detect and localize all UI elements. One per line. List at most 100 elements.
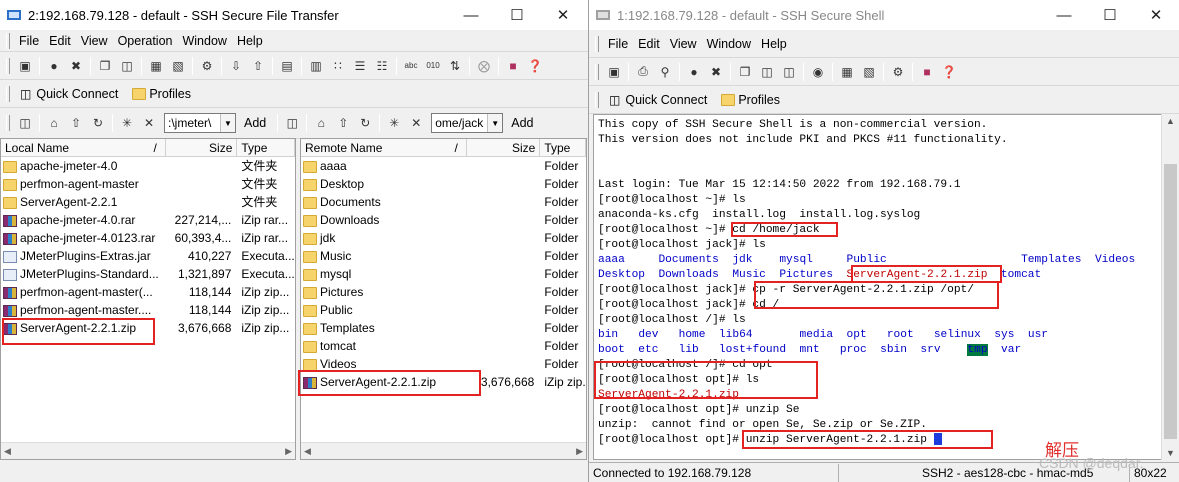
file-row[interactable]: Music Folder xyxy=(301,247,586,265)
col-type[interactable]: Type xyxy=(540,139,586,156)
sh-titlebar[interactable]: 1:192.168.79.128 - default - SSH Secure … xyxy=(589,0,1179,30)
menu-view[interactable]: View xyxy=(76,30,113,52)
remote-horizontal-scrollbar[interactable]: ◀ ▶ xyxy=(301,442,586,459)
local-file-pane[interactable]: Local Name / Size Type apache-jmeter-4.0 文… xyxy=(0,138,296,460)
file-row[interactable]: ServerAgent-2.2.1.zip 3,676,668 iZip zip..… xyxy=(1,319,295,337)
close-icon[interactable]: ✕ xyxy=(1133,0,1179,30)
disconnect-icon[interactable]: ✖ xyxy=(706,62,726,82)
list-view-icon[interactable]: ☰ xyxy=(350,56,370,76)
menu-window[interactable]: Window xyxy=(177,30,231,52)
remote-new-folder-icon[interactable]: ✳ xyxy=(384,113,404,133)
local-refresh-icon[interactable]: ↻ xyxy=(88,113,108,133)
remote-add-button[interactable]: Add xyxy=(503,112,541,134)
profiles-button[interactable]: Profiles xyxy=(713,89,786,111)
local-path-dropdown[interactable]: :\jmeter\ ▼ xyxy=(164,113,236,133)
settings-icon[interactable]: ⚙ xyxy=(888,62,908,82)
details-view-icon[interactable]: ☷ xyxy=(372,56,392,76)
menu-help[interactable]: Help xyxy=(232,30,268,52)
file-row[interactable]: Videos Folder xyxy=(301,355,586,373)
local-delete-icon[interactable]: ✕ xyxy=(139,113,159,133)
minimize-icon[interactable]: — xyxy=(448,0,494,30)
remote-parent-folder-icon[interactable]: ◫ xyxy=(282,113,302,133)
col-type[interactable]: Type xyxy=(237,139,295,156)
connect-icon[interactable]: ● xyxy=(684,62,704,82)
menu-operation[interactable]: Operation xyxy=(113,30,178,52)
close-icon[interactable]: ✕ xyxy=(540,0,586,30)
menu-view[interactable]: View xyxy=(665,33,702,55)
menu-file[interactable]: File xyxy=(603,33,633,55)
new-file-transfer-icon[interactable]: ▧ xyxy=(859,62,879,82)
minimize-icon[interactable]: — xyxy=(1041,0,1087,30)
quick-connect-button[interactable]: ◫ Quick Connect xyxy=(14,83,124,105)
file-row[interactable]: Public Folder xyxy=(301,301,586,319)
upload-icon[interactable]: ⇧ xyxy=(248,56,268,76)
scrollbar-thumb[interactable] xyxy=(1164,164,1177,439)
new-terminal-icon[interactable]: ▦ xyxy=(146,56,166,76)
connect-icon[interactable]: ● xyxy=(44,56,64,76)
remote-delete-icon[interactable]: ✕ xyxy=(406,113,426,133)
save-icon[interactable]: ▣ xyxy=(604,62,624,82)
remote-home-icon[interactable]: ⌂ xyxy=(311,113,331,133)
remote-file-pane[interactable]: Remote Name / Size Type aaaa Folder Desktop… xyxy=(300,138,587,460)
maximize-icon[interactable]: ☐ xyxy=(1087,0,1133,30)
menu-help[interactable]: Help xyxy=(756,33,792,55)
small-icons-icon[interactable]: ∷ xyxy=(328,56,348,76)
col-size[interactable]: Size xyxy=(166,139,238,156)
profiles-button[interactable]: Profiles xyxy=(124,83,197,105)
file-row[interactable]: perfmon-agent-master(... 118,144 iZip zip.… xyxy=(1,283,295,301)
local-add-button[interactable]: Add xyxy=(236,112,274,134)
local-new-folder-icon[interactable]: ✳ xyxy=(117,113,137,133)
scroll-down-icon[interactable]: ▼ xyxy=(1162,448,1179,458)
copy-icon[interactable]: ❐ xyxy=(95,56,115,76)
col-local-name[interactable]: Local Name / xyxy=(1,139,166,156)
menu-file[interactable]: File xyxy=(14,30,44,52)
auto-mode-icon[interactable]: ⇅ xyxy=(445,56,465,76)
file-row[interactable]: apache-jmeter-4.0.rar 227,214,... iZip rar… xyxy=(1,211,295,229)
remote-up-folder-icon[interactable]: ⇧ xyxy=(333,113,353,133)
file-row[interactable]: jdk Folder xyxy=(301,229,586,247)
menu-edit[interactable]: Edit xyxy=(633,33,665,55)
print-icon[interactable]: ⎙ xyxy=(633,62,653,82)
scroll-up-icon[interactable]: ▲ xyxy=(1162,116,1179,126)
whats-this-icon[interactable]: ❓ xyxy=(939,62,959,82)
file-row[interactable]: Desktop Folder xyxy=(301,175,586,193)
file-row[interactable]: apache-jmeter-4.0 文件夹 xyxy=(1,157,295,175)
ft-titlebar[interactable]: 2:192.168.79.128 - default - SSH Secure … xyxy=(0,0,588,30)
col-remote-name[interactable]: Remote Name / xyxy=(301,139,467,156)
copy-icon[interactable]: ❐ xyxy=(735,62,755,82)
disconnect-icon[interactable]: ✖ xyxy=(66,56,86,76)
stop-icon[interactable]: ⨂ xyxy=(474,56,494,76)
file-row[interactable]: ServerAgent-2.2.1 文件夹 xyxy=(1,193,295,211)
print-preview-icon[interactable]: ⚲ xyxy=(655,62,675,82)
file-row[interactable]: Downloads Folder xyxy=(301,211,586,229)
file-row[interactable]: mysql Folder xyxy=(301,265,586,283)
new-file-transfer-icon[interactable]: ▧ xyxy=(168,56,188,76)
file-row[interactable]: Documents Folder xyxy=(301,193,586,211)
file-row[interactable]: Templates Folder xyxy=(301,319,586,337)
paste-alt-icon[interactable]: ◫ xyxy=(779,62,799,82)
remote-refresh-icon[interactable]: ↻ xyxy=(355,113,375,133)
file-row[interactable]: aaaa Folder xyxy=(301,157,586,175)
file-row[interactable]: tomcat Folder xyxy=(301,337,586,355)
col-size[interactable]: Size xyxy=(467,139,541,156)
find-icon[interactable]: ◉ xyxy=(808,62,828,82)
maximize-icon[interactable]: ☐ xyxy=(494,0,540,30)
binary-mode-icon[interactable]: 010 xyxy=(423,56,443,76)
file-row[interactable]: Pictures Folder xyxy=(301,283,586,301)
remote-path-dropdown[interactable]: ome/jack ▼ xyxy=(431,113,504,133)
settings-icon[interactable]: ⚙ xyxy=(197,56,217,76)
file-row[interactable]: JMeterPlugins-Standard... 1,321,897 Execut… xyxy=(1,265,295,283)
file-row[interactable]: apache-jmeter-4.0123.rar 60,393,4... iZip … xyxy=(1,229,295,247)
file-row[interactable]: JMeterPlugins-Extras.jar 410,227 Executa..… xyxy=(1,247,295,265)
terminal-output[interactable]: This copy of SSH Secure Shell is a non-c… xyxy=(593,114,1163,460)
local-parent-folder-icon[interactable]: ◫ xyxy=(15,113,35,133)
new-terminal-icon[interactable]: ▦ xyxy=(837,62,857,82)
local-home-icon[interactable]: ⌂ xyxy=(44,113,64,133)
help-book-icon[interactable]: ■ xyxy=(917,62,937,82)
download-icon[interactable]: ⇩ xyxy=(226,56,246,76)
view-icon[interactable]: ▤ xyxy=(277,56,297,76)
whats-this-icon[interactable]: ❓ xyxy=(525,56,545,76)
file-row[interactable]: perfmon-agent-master.... 118,144 iZip zip.… xyxy=(1,301,295,319)
quick-connect-button[interactable]: ◫ Quick Connect xyxy=(603,89,713,111)
file-row[interactable]: ServerAgent-2.2.1.zip 3,676,668 iZip zip..… xyxy=(301,373,586,391)
